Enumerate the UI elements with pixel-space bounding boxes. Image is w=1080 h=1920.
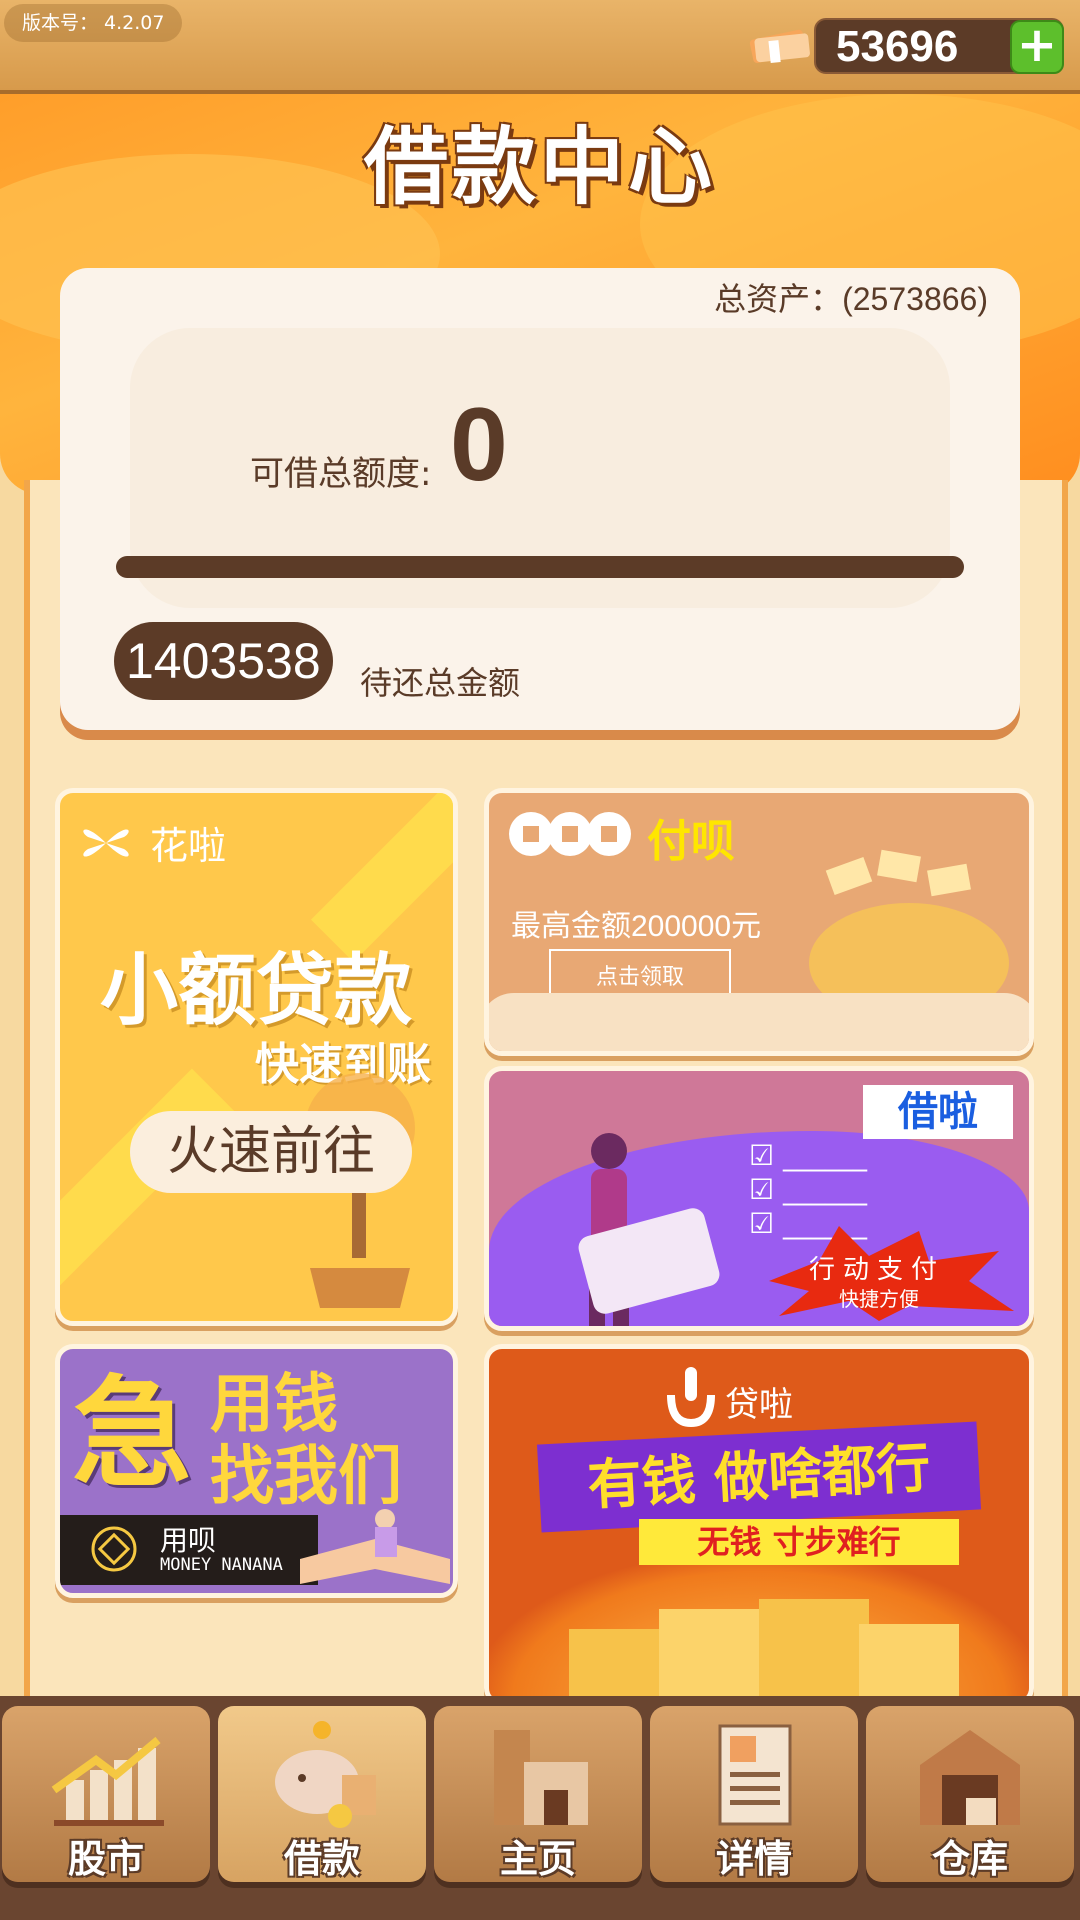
stock-chart-icon — [51, 1736, 164, 1826]
profile-card-icon — [718, 1724, 792, 1826]
tile-headline-money: 用钱 — [210, 1368, 338, 1442]
total-due-value: 1403538 — [114, 622, 333, 700]
house-icon — [494, 1730, 588, 1825]
checklist-icon: ☑ ______ — [749, 1139, 868, 1172]
cash-stack-icon — [749, 29, 810, 64]
loan-tile-dai[interactable]: 贷啦 有钱 做啥都行 无钱 寸步难行 — [484, 1344, 1034, 1706]
hand-logo-icon — [667, 1367, 715, 1427]
nav-details-button[interactable]: 详情 — [650, 1706, 858, 1882]
total-assets: 总资产：(2573866) — [714, 281, 988, 317]
tile-brand: 用呗 — [160, 1524, 217, 1557]
coins-logo-icon — [509, 812, 631, 856]
page-title: 借款中心 — [363, 118, 716, 216]
checklist-icon: ☑ ______ — [749, 1173, 868, 1206]
tile-brand-en: MONEY NANANA — [160, 1555, 283, 1575]
nav-label: 仓库 — [931, 1837, 1008, 1881]
mobile-pay-text: 行动支付 — [809, 1255, 946, 1285]
money-pile-icon — [569, 1599, 959, 1701]
bottom-nav: 股市 借款 主页 详情 仓库 — [0, 1696, 1080, 1920]
borrow-limit-label: 可借总额度: — [250, 454, 432, 494]
loan-tile-yong[interactable]: 急 用钱 找我们 用呗 MONEY NANANA — [55, 1344, 458, 1598]
nav-label: 详情 — [715, 1837, 792, 1881]
loan-tile-jie[interactable]: 借啦 ☑ ______ ☑ ______ ☑ ______ 行动支付 快捷方便 — [484, 1066, 1034, 1331]
nav-label: 借款 — [283, 1837, 360, 1881]
nav-warehouse-button[interactable]: 仓库 — [866, 1706, 1074, 1882]
fast-convenient-text: 快捷方便 — [839, 1287, 919, 1311]
version-label: 版本号： 4.2.07 — [4, 4, 183, 42]
brand-bar: 用呗 MONEY NANANA — [60, 1515, 318, 1585]
nav-loan-button[interactable]: 借款 — [218, 1706, 426, 1882]
loan-tile-fu[interactable]: 付呗 最高金额200000元 点击领取 — [484, 788, 1034, 1056]
warehouse-icon — [920, 1730, 1020, 1825]
asset-card: 总资产：(2573866) 可借总额度: 0 1403538 待还总金额 — [60, 268, 1020, 730]
decor-stripe — [60, 1068, 235, 1321]
coin-balance: 53696 + — [814, 18, 1064, 74]
nav-label: 股市 — [67, 1837, 144, 1881]
tile-brand: 付呗 — [647, 816, 735, 867]
tile-brand: 借啦 — [863, 1085, 1013, 1139]
slogan-subbanner: 无钱 寸步难行 — [639, 1519, 959, 1565]
slogan-banner: 有钱 做啥都行 — [536, 1421, 982, 1533]
tile-brand: 花啦 — [150, 824, 227, 868]
flower-logo-icon — [83, 829, 129, 857]
nav-label: 主页 — [499, 1837, 576, 1881]
top-bar: 版本号： 4.2.07 53696 + — [0, 0, 1080, 94]
coin-value: 53696 — [836, 22, 959, 71]
max-amount-text: 最高金额200000元 — [511, 910, 762, 943]
cloud-decoration — [489, 993, 1029, 1051]
nav-home-button[interactable]: 主页 — [434, 1706, 642, 1882]
person-with-card-icon — [578, 1133, 720, 1326]
total-due-label: 待还总金额 — [360, 664, 521, 702]
book-icon — [300, 1509, 450, 1584]
borrow-limit-value: 0 — [450, 387, 508, 503]
tile-headline-urgent: 急 — [72, 1365, 192, 1504]
coin-logo-icon — [91, 1526, 137, 1572]
limit-progress-bar — [116, 556, 964, 578]
loan-tile-hua[interactable]: 花啦 小额贷款 快速到账 火速前往 — [55, 788, 458, 1326]
go-now-button[interactable]: 火速前往 — [130, 1111, 412, 1193]
add-coins-button[interactable]: + — [1010, 20, 1064, 74]
nav-stock-button[interactable]: 股市 — [2, 1706, 210, 1882]
piggy-bank-icon — [275, 1721, 376, 1828]
tile-headline: 小额贷款 — [100, 946, 413, 1036]
tile-brand: 贷啦 — [725, 1385, 793, 1425]
